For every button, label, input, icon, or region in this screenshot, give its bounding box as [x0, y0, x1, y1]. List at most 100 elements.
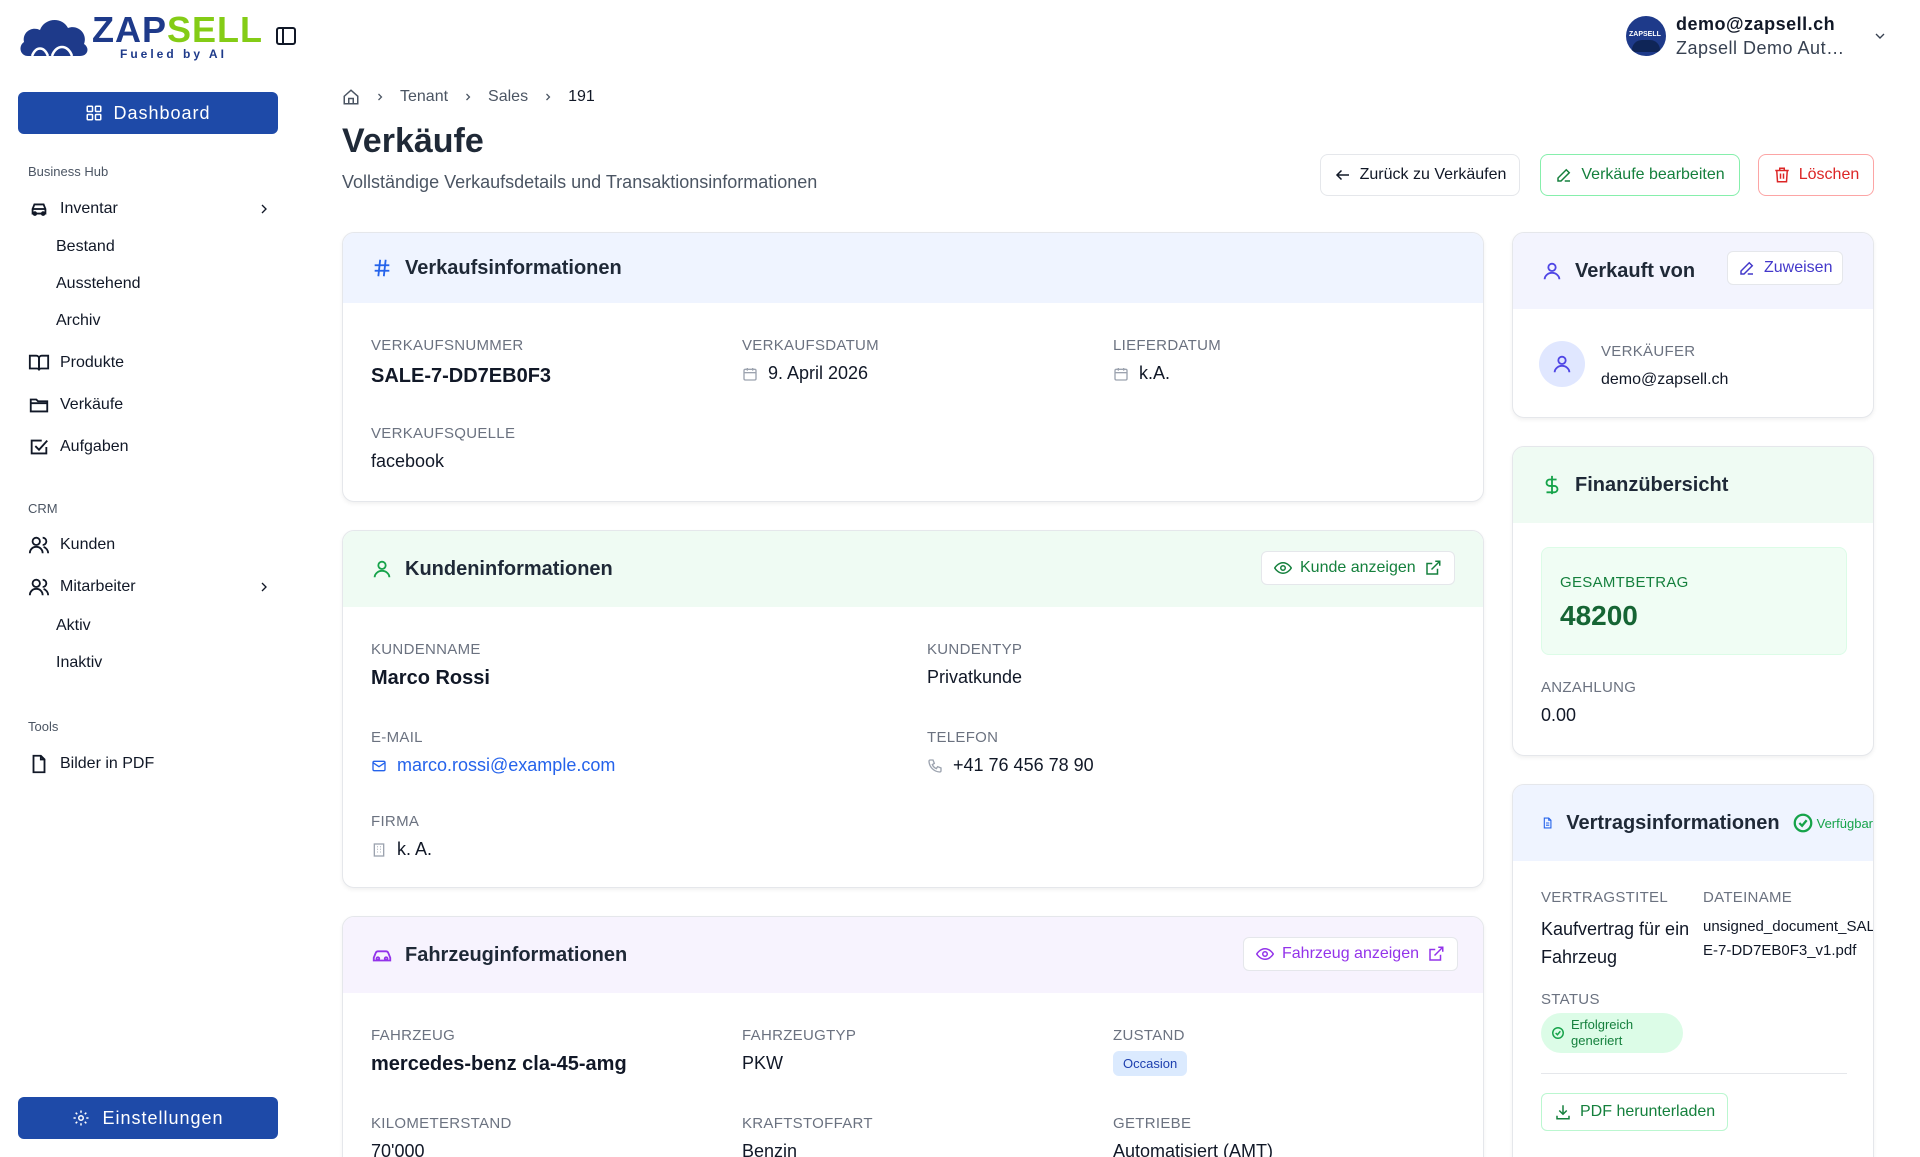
- calendar-icon: [743, 367, 757, 381]
- sidebar-item-label: Verkäufe: [60, 396, 124, 413]
- sale-date-value: 9. April 2026: [768, 363, 869, 383]
- assign-button[interactable]: Zuweisen: [1727, 251, 1844, 285]
- file-name-label: DATEINAME: [1703, 889, 1793, 906]
- user-icon: [373, 560, 391, 578]
- customer-info-title: Kundeninformationen: [405, 557, 613, 580]
- mileage-label: KILOMETERSTAND: [371, 1115, 512, 1132]
- external-link-icon: [1429, 946, 1444, 961]
- vehicle-info-card: Fahrzeuginformationen Fahrzeug anzeigen …: [342, 916, 1484, 1157]
- status-value: Erfolgreich generiert: [1571, 1017, 1634, 1048]
- folder-icon: [29, 398, 49, 413]
- sidebar-item-produkte[interactable]: Produkte: [28, 348, 272, 378]
- contract-header: Vertragsinformationen Verfügbar: [1513, 785, 1873, 861]
- breadcrumb-sales[interactable]: Sales: [488, 88, 528, 106]
- avatar-text: ZAPSELL: [1629, 31, 1661, 38]
- edit-sale-button[interactable]: Verkäufe bearbeiten: [1540, 154, 1740, 196]
- customer-type-label: KUNDENTYP: [927, 641, 1023, 658]
- vehicle-info-title: Fahrzeuginformationen: [405, 943, 628, 966]
- file-name: unsigned_document_SALE-7-DD7EB0F3_v1.pdf: [1703, 918, 1874, 959]
- company-value: k. A.: [397, 839, 433, 859]
- section-business-hub: Business Hub: [28, 164, 109, 179]
- eye-icon: [1274, 561, 1292, 575]
- total-label: GESAMTBETRAG: [1560, 574, 1689, 591]
- zapsell-logo[interactable]: ZAPSELL Fueled by AI: [18, 10, 262, 61]
- delivery-date: k.A.: [1113, 363, 1170, 384]
- logo-tagline: Fueled by AI: [120, 47, 227, 61]
- sidebar-toggle-button[interactable]: [274, 24, 298, 48]
- sidebar-item-mitarbeiter[interactable]: Mitarbeiter: [28, 572, 272, 602]
- delete-label: Löschen: [1798, 166, 1860, 183]
- chevron-right-icon: [261, 582, 267, 592]
- user-icon: [1553, 355, 1571, 373]
- edit-label: Verkäufe bearbeiten: [1581, 166, 1725, 183]
- chevron-down-icon: [1875, 33, 1885, 39]
- car-icon: [31, 203, 47, 216]
- sidebar: Dashboard Business Hub Inventar Bestand …: [0, 72, 296, 1157]
- sidebar-subitem-bestand[interactable]: Bestand: [56, 238, 115, 256]
- status-badge: Erfolgreich generiert: [1541, 1013, 1683, 1053]
- file-icon: [32, 754, 46, 774]
- sale-info-card: Verkaufsinformationen VERKAUFSNUMMER SAL…: [342, 232, 1484, 502]
- download-pdf-button[interactable]: PDF herunterladen: [1541, 1093, 1729, 1131]
- settings-button[interactable]: Einstellungen: [18, 1097, 278, 1139]
- seller-avatar: [1539, 341, 1585, 387]
- customer-name-label: KUNDENNAME: [371, 641, 481, 658]
- users-icon: [28, 578, 50, 596]
- panel-left-icon: [276, 27, 296, 45]
- dashboard-button[interactable]: Dashboard: [18, 92, 278, 134]
- sidebar-item-label: Mitarbeiter: [60, 578, 136, 595]
- customer-email[interactable]: marco.rossi@example.com: [371, 755, 615, 776]
- deposit-label: ANZAHLUNG: [1541, 679, 1637, 696]
- customer-info-card: Kundeninformationen Kunde anzeigen KUNDE…: [342, 530, 1484, 888]
- cloud-logo-icon: [20, 19, 88, 57]
- home-icon[interactable]: [342, 88, 360, 106]
- finance-card: Finanzübersicht GESAMTBETRAG 48200 ANZAH…: [1512, 446, 1874, 756]
- delete-button[interactable]: Löschen: [1758, 154, 1874, 196]
- customer-email-label: E-MAIL: [371, 729, 423, 746]
- sidebar-subitem-ausstehend[interactable]: Ausstehend: [56, 275, 141, 293]
- condition-badge: Occasion: [1113, 1051, 1188, 1076]
- back-label: Zurück zu Verkäufen: [1359, 166, 1507, 183]
- vehicle-type: PKW: [742, 1053, 784, 1073]
- contract-card: Vertragsinformationen Verfügbar VERTRAGS…: [1512, 784, 1874, 1157]
- sidebar-subitem-aktiv[interactable]: Aktiv: [56, 617, 91, 635]
- view-customer-button[interactable]: Kunde anzeigen: [1261, 551, 1455, 585]
- sale-date: 9. April 2026: [742, 363, 868, 384]
- dollar-icon: [1545, 475, 1559, 495]
- dashboard-label: Dashboard: [113, 102, 211, 123]
- contract-title-label: VERTRAGSTITEL: [1541, 889, 1668, 906]
- seller-title: Verkauft von: [1575, 259, 1696, 282]
- download-label: PDF herunterladen: [1580, 1103, 1716, 1120]
- sidebar-item-kunden[interactable]: Kunden: [28, 530, 272, 560]
- gear: Automatisiert (AMT): [1113, 1141, 1274, 1157]
- sidebar-subitem-archiv[interactable]: Archiv: [56, 312, 100, 330]
- trash-icon: [1775, 167, 1789, 183]
- gear-icon: [73, 1110, 89, 1126]
- user-menu[interactable]: ZAPSELL demo@zapsell.ch Zapsell Demo Aut…: [1626, 12, 1896, 60]
- sidebar-item-label: Bilder in PDF: [60, 755, 155, 772]
- view-vehicle-button[interactable]: Fahrzeug anzeigen: [1243, 937, 1458, 971]
- external-link-icon: [1425, 560, 1441, 575]
- download-icon: [1556, 1105, 1570, 1120]
- sidebar-item-inventar[interactable]: Inventar: [28, 194, 272, 224]
- delivery-date-label: LIEFERDATUM: [1113, 337, 1222, 354]
- sidebar-item-bilder-in-pdf[interactable]: Bilder in PDF: [28, 749, 272, 779]
- customer-phone: +41 76 456 78 90: [927, 755, 1094, 776]
- company: k. A.: [371, 839, 432, 860]
- chevron-right-icon: [261, 204, 267, 214]
- sidebar-subitem-inaktiv[interactable]: Inaktiv: [56, 654, 102, 672]
- breadcrumb-tenant[interactable]: Tenant: [400, 88, 448, 106]
- car-icon: [372, 950, 392, 962]
- back-to-sales-button[interactable]: Zurück zu Verkäufen: [1320, 154, 1520, 196]
- sale-info-title: Verkaufsinformationen: [405, 256, 622, 279]
- eye-icon: [1256, 947, 1274, 961]
- seller-card: Verkauft von Zuweisen VERKÄUFER demo@zap…: [1512, 232, 1874, 418]
- sidebar-item-label: Inventar: [60, 200, 118, 217]
- contract-title-value: Kaufvertrag für ein Fahrzeug: [1541, 919, 1690, 967]
- sidebar-item-label: Kunden: [60, 536, 116, 553]
- page-title: Verkäufe: [342, 122, 484, 160]
- logo-wordmark: ZAPSELL: [92, 9, 264, 50]
- sidebar-item-verkaeufe[interactable]: Verkäufe: [28, 390, 272, 420]
- vehicle-name: mercedes-benz cla-45-amg: [371, 1053, 627, 1075]
- sidebar-item-aufgaben[interactable]: Aufgaben: [28, 432, 272, 462]
